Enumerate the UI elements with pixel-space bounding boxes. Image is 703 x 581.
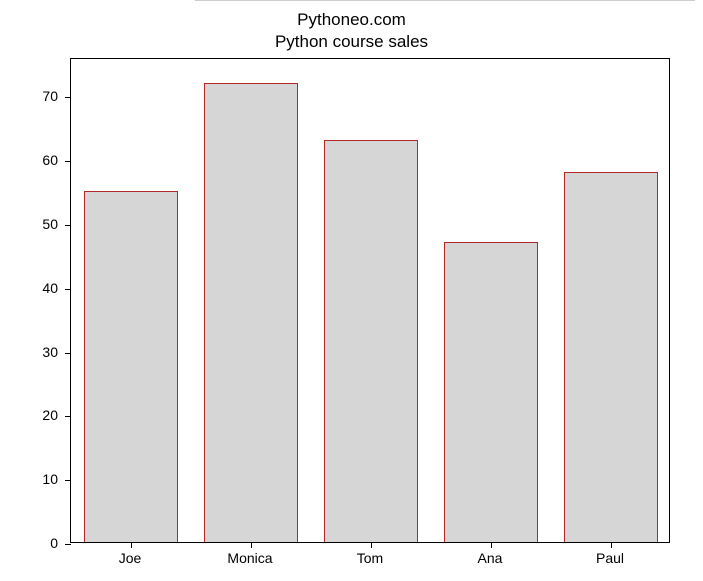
y-tick-label: 10 [28,471,58,487]
bar [324,140,418,542]
x-tick [131,542,132,548]
x-tick-label: Tom [357,550,383,566]
y-tick-label: 20 [28,407,58,423]
plot-area [70,58,670,543]
x-tick-label: Ana [478,550,503,566]
y-tick-label: 70 [28,88,58,104]
x-tick [611,542,612,548]
y-tick [65,544,71,545]
x-tick [251,542,252,548]
y-tick-label: 50 [28,216,58,232]
chart-container: Pythoneo.com Python course sales 0 10 20 30… [0,0,703,581]
chart-suptitle: Pythoneo.com [0,10,703,30]
bars-group [71,59,669,542]
top-divider [195,0,695,1]
x-tick-label: Paul [596,550,624,566]
y-tick-label: 30 [28,344,58,360]
x-tick [491,542,492,548]
bar [204,83,298,542]
y-tick-label: 0 [28,535,58,551]
y-tick-label: 40 [28,280,58,296]
y-tick [65,97,71,98]
y-tick [65,353,71,354]
x-tick-label: Joe [119,550,142,566]
bar [444,242,538,542]
y-tick [65,161,71,162]
y-tick-label: 60 [28,152,58,168]
y-tick [65,480,71,481]
y-tick [65,225,71,226]
bar [564,172,658,542]
chart-title: Python course sales [0,32,703,52]
y-tick [65,416,71,417]
x-tick [371,542,372,548]
bar [84,191,178,542]
y-tick [65,289,71,290]
x-tick-label: Monica [227,550,272,566]
